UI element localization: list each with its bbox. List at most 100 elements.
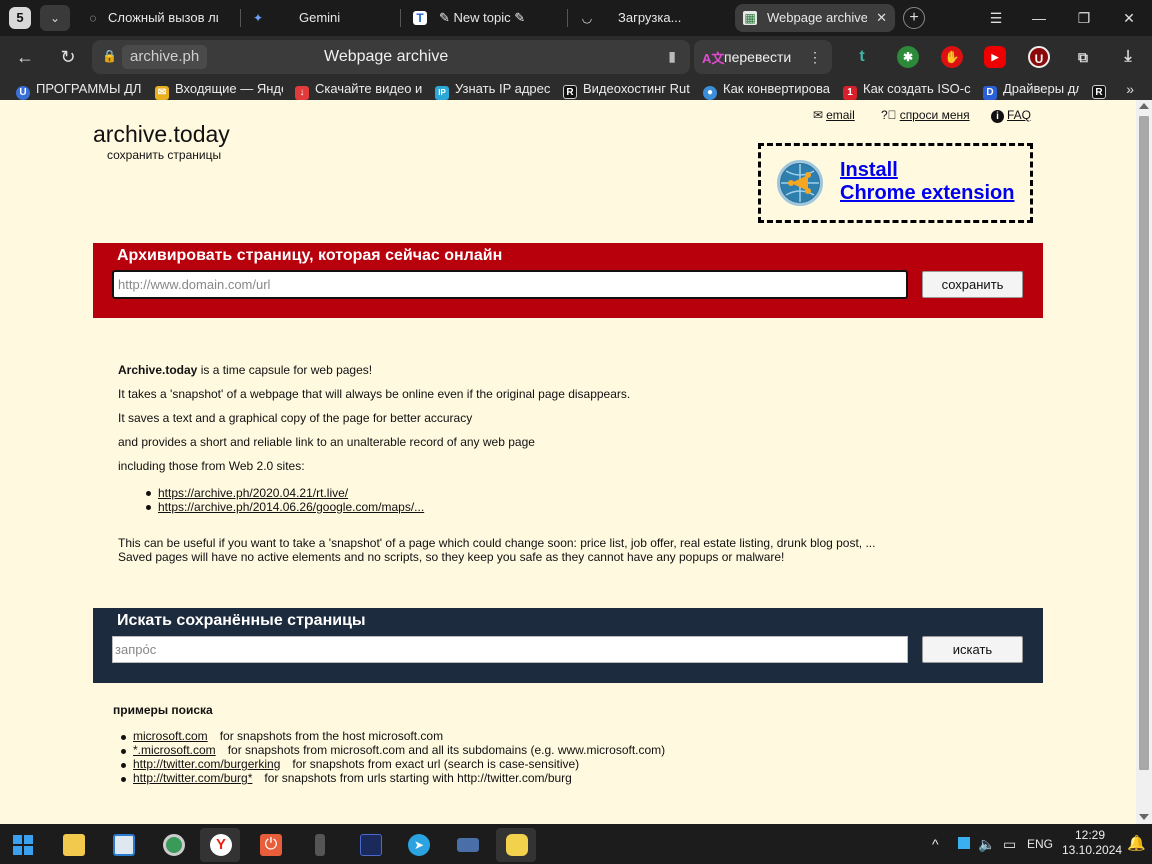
lock-icon[interactable]: 🔒 bbox=[102, 49, 117, 65]
ask-me-link[interactable]: ?⃝ спроси меня bbox=[881, 108, 970, 122]
reload-icon[interactable]: ↻ bbox=[55, 45, 81, 69]
bookmark-item[interactable]: ● Как конвертирова bbox=[703, 78, 831, 100]
tab-strip: 5 ⌄ ◌ Сложный вызов ли ✦ Gemini T ✎ New … bbox=[0, 0, 1152, 36]
example-archive-link[interactable]: https://archive.ph/2014.06.26/google.com… bbox=[158, 500, 424, 514]
search-example-link[interactable]: http://twitter.com/burg* bbox=[133, 771, 252, 785]
extensions-puzzle-icon[interactable]: ⧉ bbox=[1072, 46, 1094, 68]
more-bookmarks-chevron-icon[interactable]: » bbox=[1126, 78, 1134, 100]
tab-title: Gemini bbox=[299, 10, 341, 25]
search-example-link[interactable]: http://twitter.com/burgerking bbox=[133, 757, 280, 771]
search-examples-heading: примеры поиска bbox=[113, 703, 213, 717]
globe-grid-icon bbox=[781, 164, 819, 202]
bookmark-label: Входящие — Янде bbox=[175, 81, 283, 96]
about-line: and provides a short and reliable link t… bbox=[118, 435, 535, 449]
taskbar-telegram[interactable]: ➤ bbox=[398, 828, 438, 862]
install-chrome-extension-link[interactable]: Install Chrome extension bbox=[840, 159, 1014, 205]
save-button[interactable]: сохранить bbox=[922, 271, 1023, 298]
taskbar-monitor-app[interactable] bbox=[103, 828, 143, 862]
search-input[interactable]: запро́с bbox=[112, 636, 908, 663]
scroll-down-arrow-icon[interactable] bbox=[1139, 814, 1149, 820]
tumblr-extension-icon[interactable]: t bbox=[851, 46, 873, 68]
search-example-desc: for snapshots from exact url (search is … bbox=[292, 757, 580, 771]
taskbar-yellow-app[interactable] bbox=[496, 828, 536, 862]
tray-chevron-up-icon[interactable]: ^ bbox=[932, 824, 939, 864]
tab-counter-badge[interactable]: 5 bbox=[9, 7, 31, 29]
close-window-icon[interactable]: ✕ bbox=[1117, 6, 1141, 30]
site-logo-title[interactable]: archive.today bbox=[93, 121, 230, 148]
taskbar-wine-app[interactable] bbox=[300, 828, 340, 862]
taskbar-clock[interactable]: 12:29 13.10.2024 bbox=[1062, 828, 1122, 858]
bookmark-item[interactable]: R bbox=[1092, 78, 1108, 100]
spinner-icon: ◌ bbox=[89, 11, 97, 25]
bookmark-item[interactable]: R Видеохостинг Rut bbox=[563, 78, 691, 100]
bookmark-icon[interactable]: ▮ bbox=[668, 48, 676, 65]
bookmark-item[interactable]: ✉ Входящие — Янде bbox=[155, 78, 283, 100]
email-link[interactable]: ✉ email bbox=[813, 108, 855, 122]
bookmark-item[interactable]: 1 Как создать ISO-с bbox=[843, 78, 971, 100]
bookmark-item[interactable]: U ПРОГРАММЫ ДЛ bbox=[16, 78, 144, 100]
speaker-icon[interactable]: 🔈 bbox=[978, 824, 995, 864]
clock-time: 12:29 bbox=[1074, 828, 1106, 842]
bookmark-item[interactable]: D Драйверы дл bbox=[983, 78, 1079, 100]
archive-globe-icon bbox=[777, 160, 823, 206]
bookmark-item[interactable]: IP Узнать IP адрес bbox=[435, 78, 553, 100]
restore-icon[interactable]: ❐ bbox=[1072, 6, 1096, 30]
close-tab-icon[interactable]: ✕ bbox=[876, 4, 887, 32]
network-icon[interactable]: ▭ bbox=[1003, 824, 1016, 864]
tab-title: Загрузка... bbox=[618, 10, 682, 25]
tab-title: ✎ New topic ✎ bbox=[439, 10, 526, 25]
tray-app-icon[interactable] bbox=[958, 824, 970, 864]
tab-list-chevron-icon[interactable]: ⌄ bbox=[40, 5, 70, 31]
list-bullet bbox=[121, 749, 126, 754]
install-extension-box[interactable]: Install Chrome extension bbox=[758, 143, 1033, 223]
back-arrow-icon[interactable]: ← bbox=[12, 45, 38, 69]
download-icon[interactable]: ⤓ bbox=[1117, 46, 1139, 68]
taskbar-globe-app[interactable] bbox=[153, 828, 193, 862]
browser-toolbar: ← ↻ 🔒 archive.ph Webpage archive ▮ A文 пе… bbox=[0, 36, 1152, 78]
ask-me-link-label: спроси меня bbox=[899, 108, 970, 122]
scrollbar-thumb[interactable] bbox=[1139, 116, 1149, 770]
language-indicator[interactable]: ENG bbox=[1027, 824, 1053, 864]
list-bullet bbox=[146, 491, 151, 496]
rutube-favicon-icon: R bbox=[563, 85, 577, 99]
search-example-link[interactable]: microsoft.com bbox=[133, 729, 208, 743]
scroll-up-arrow-icon[interactable] bbox=[1139, 103, 1149, 109]
new-tab-plus-icon[interactable]: + bbox=[903, 7, 925, 29]
bookmark-label: Драйверы дл bbox=[1003, 81, 1079, 96]
taskbar-camera-app[interactable] bbox=[447, 828, 487, 862]
tab-5-active[interactable]: ▦ Webpage archive ✕ bbox=[735, 4, 895, 32]
start-button[interactable] bbox=[2, 828, 42, 862]
more-vertical-icon[interactable]: ⋮ bbox=[808, 40, 822, 74]
tab-2[interactable]: ✦ Gemini bbox=[243, 4, 398, 32]
tab-divider bbox=[567, 9, 568, 27]
minimize-icon[interactable]: — bbox=[1027, 6, 1051, 30]
page-scrollbar[interactable] bbox=[1136, 100, 1152, 824]
tab-4[interactable]: ◡ Загрузка... bbox=[572, 4, 727, 32]
notification-bell-icon[interactable]: 🔔 bbox=[1127, 824, 1146, 864]
faq-link[interactable]: i FAQ bbox=[991, 108, 1031, 123]
about-intro-rest: is a time capsule for web pages! bbox=[197, 363, 373, 377]
tab-1[interactable]: ◌ Сложный вызов ли bbox=[78, 4, 238, 32]
ublock-icon[interactable]: U bbox=[1028, 46, 1050, 68]
taskbar-dark-app[interactable] bbox=[350, 828, 390, 862]
taskbar-yandex-browser[interactable]: Y bbox=[200, 828, 240, 862]
bookmark-item[interactable]: ↓ Скачайте видео и bbox=[295, 78, 423, 100]
search-button[interactable]: искать bbox=[922, 636, 1023, 663]
tab-title: Webpage archive bbox=[767, 10, 867, 25]
bookmark-label: Скачайте видео и bbox=[315, 81, 423, 96]
address-domain: archive.ph bbox=[122, 45, 208, 69]
tab-3[interactable]: T ✎ New topic ✎ bbox=[405, 4, 565, 32]
taskbar-power-app[interactable]: ⏻ bbox=[250, 828, 290, 862]
taskbar-file-explorer[interactable] bbox=[53, 828, 93, 862]
menu-hamburger-icon[interactable]: ☰ bbox=[984, 6, 1008, 30]
colorful-extension-icon[interactable]: ✱ bbox=[897, 46, 919, 68]
adblock-hand-icon[interactable]: ✋ bbox=[941, 46, 963, 68]
youtube-extension-icon[interactable]: ▶ bbox=[984, 46, 1006, 68]
url-input[interactable]: http://www.domain.com/url bbox=[112, 270, 908, 299]
search-example-desc: for snapshots from urls starting with ht… bbox=[264, 771, 572, 785]
example-archive-link[interactable]: https://archive.ph/2020.04.21/rt.live/ bbox=[158, 486, 348, 500]
search-example-link[interactable]: *.microsoft.com bbox=[133, 743, 216, 757]
bookmark-label: Узнать IP адрес bbox=[455, 81, 551, 96]
address-bar[interactable]: 🔒 archive.ph Webpage archive ▮ bbox=[92, 40, 690, 74]
translate-button[interactable]: A文 перевести ⋮ bbox=[694, 40, 832, 74]
